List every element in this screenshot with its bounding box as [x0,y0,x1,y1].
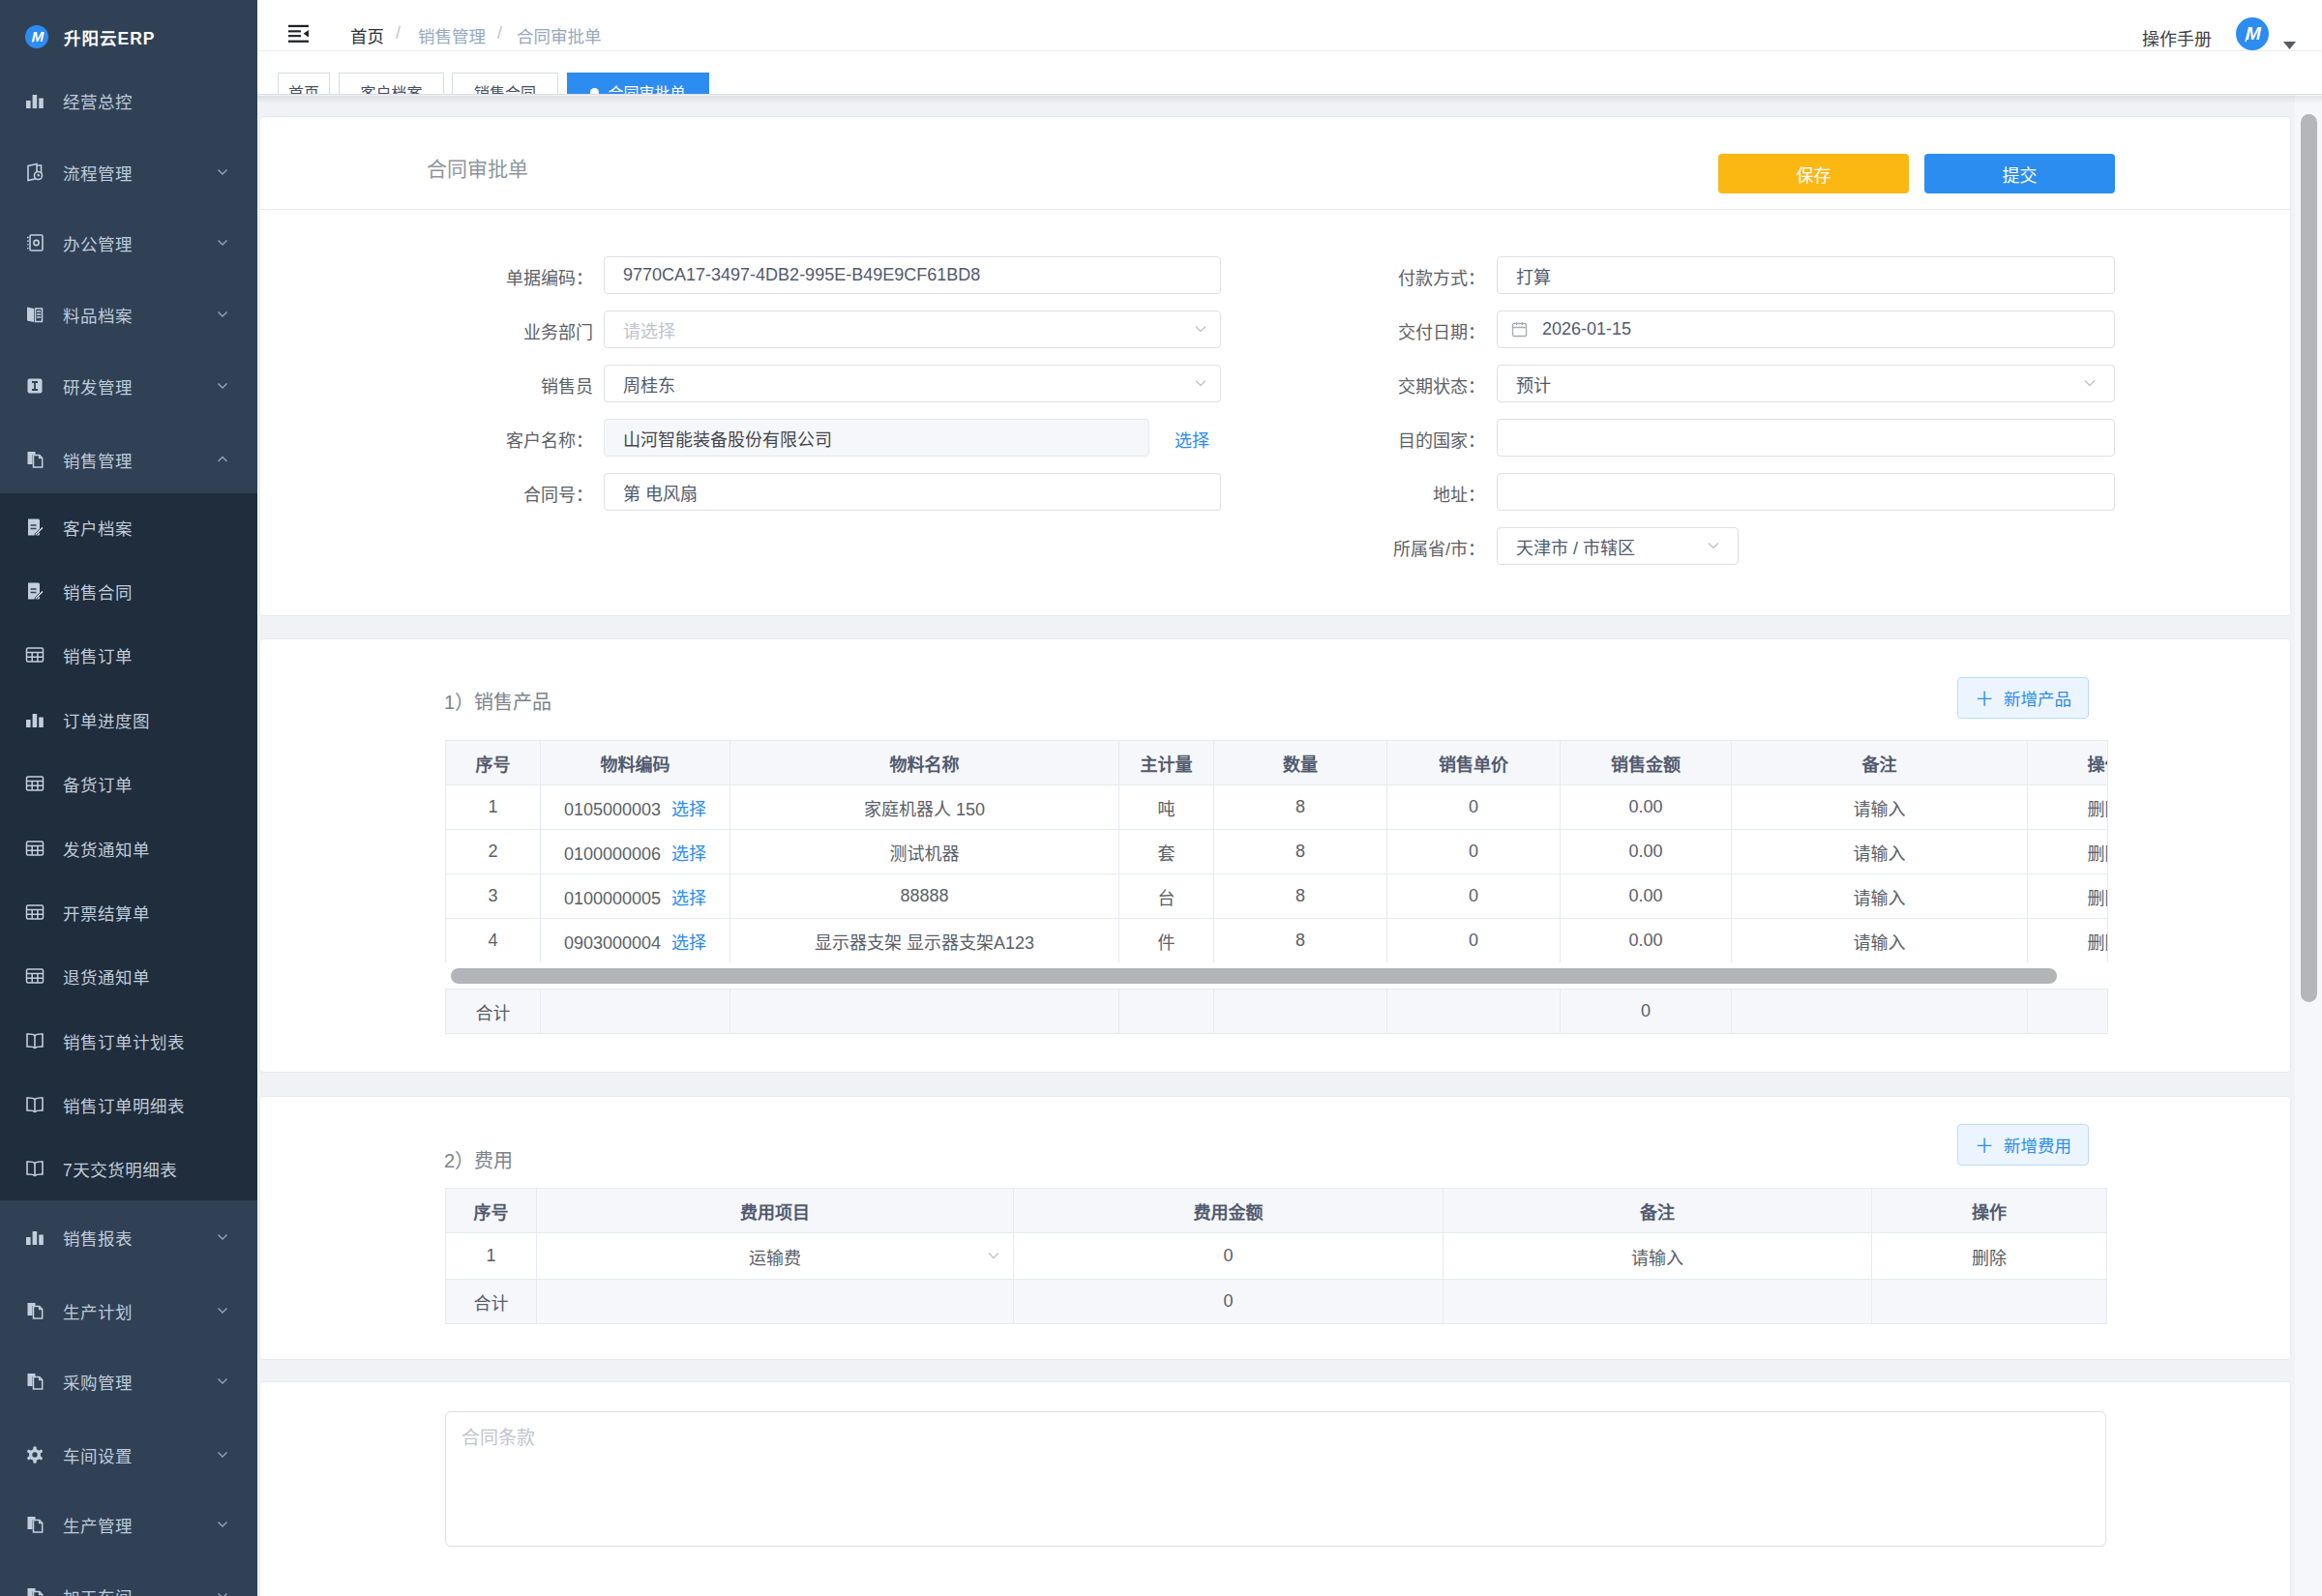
svg-text:M: M [32,28,45,44]
